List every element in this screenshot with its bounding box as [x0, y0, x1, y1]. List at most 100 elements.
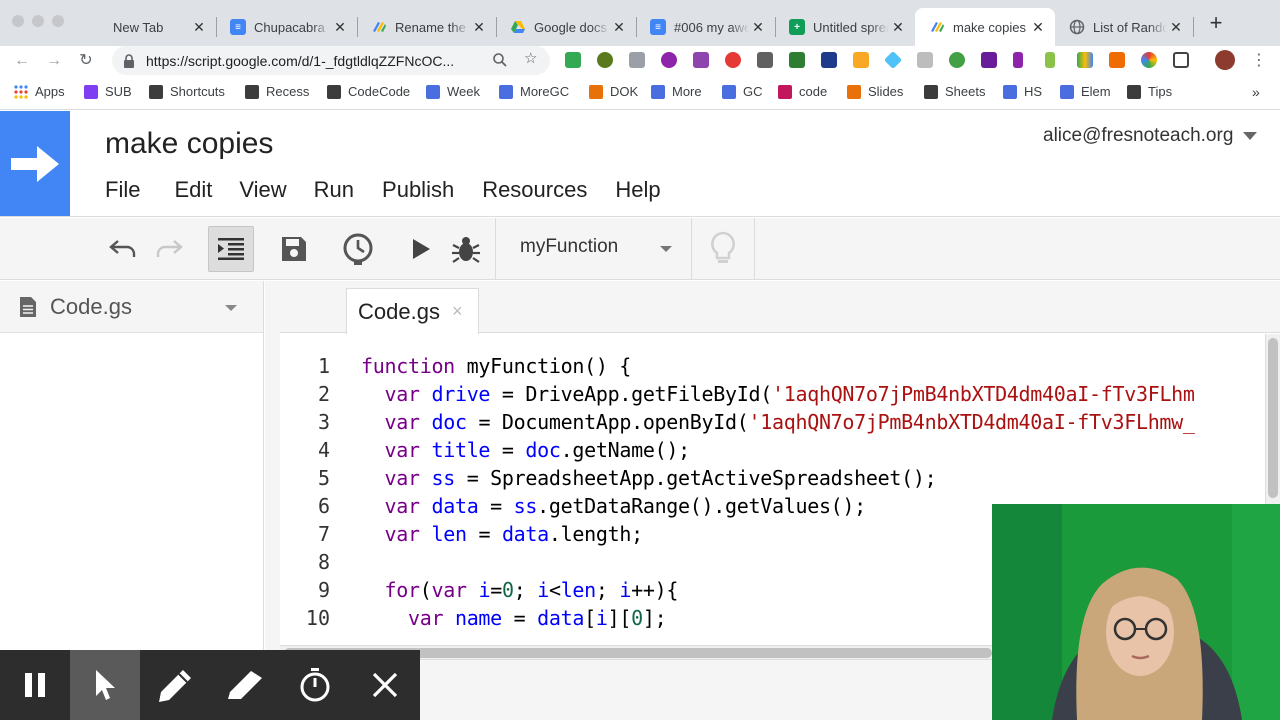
code-token: ][	[607, 606, 632, 630]
tab-close-icon[interactable]: ✕	[331, 19, 349, 36]
triggers-button[interactable]	[335, 226, 381, 272]
format-indent-button[interactable]	[208, 226, 254, 272]
save-button[interactable]	[271, 226, 317, 272]
extension-icon[interactable]	[693, 52, 709, 68]
new-tab-button[interactable]: +	[1206, 12, 1226, 34]
bookmark-more[interactable]: More	[651, 84, 702, 99]
extension-icon[interactable]	[821, 52, 837, 68]
address-bar[interactable]: https://script.google.com/d/1-_fdgtldlqZ…	[112, 46, 550, 75]
debug-button[interactable]	[443, 226, 489, 272]
bookmark-sub[interactable]: SUB	[84, 84, 132, 99]
bookmark-code[interactable]: code	[778, 84, 827, 99]
execution-hints-button[interactable]	[700, 226, 746, 272]
bookmark-shortcuts[interactable]: Shortcuts	[149, 84, 225, 99]
tab-close-icon[interactable]: ✕	[470, 19, 488, 36]
close-recording-toolbar-button[interactable]	[350, 650, 420, 720]
bookmarks-overflow-button[interactable]: »	[1252, 84, 1260, 100]
browser-tab[interactable]: + Untitled spreadsheet ✕	[775, 8, 915, 46]
scrollbar-thumb[interactable]	[1268, 338, 1278, 498]
apps-script-logo[interactable]	[0, 111, 70, 216]
browser-tab[interactable]: ≡ #006 my awesome doc ✕	[636, 8, 775, 46]
bookmark-dok[interactable]: DOK	[589, 84, 638, 99]
tab-close-icon[interactable]: ✕	[1029, 19, 1047, 36]
menu-help[interactable]: Help	[615, 177, 660, 203]
reload-icon[interactable]: ↻	[75, 50, 97, 72]
browser-tab[interactable]: Google docs ✕	[496, 8, 636, 46]
profile-avatar[interactable]	[1215, 50, 1235, 70]
bookmark-elem[interactable]: Elem	[1060, 84, 1111, 99]
extension-icon[interactable]	[1173, 52, 1189, 68]
redo-button[interactable]	[146, 226, 192, 272]
account-switcher[interactable]: alice@fresnoteach.org	[1043, 125, 1258, 147]
extension-icon[interactable]	[949, 52, 965, 68]
function-select[interactable]: myFunction	[520, 236, 680, 258]
extension-icon[interactable]	[981, 52, 997, 68]
run-button[interactable]	[398, 226, 444, 272]
bookmark-moregc[interactable]: MoreGC	[499, 84, 569, 99]
bookmark-sheets[interactable]: Sheets	[924, 84, 985, 99]
extension-icon[interactable]	[1109, 52, 1125, 68]
menu-view[interactable]: View	[239, 177, 286, 203]
bookmark-week[interactable]: Week	[426, 84, 480, 99]
menu-publish[interactable]: Publish	[382, 177, 454, 203]
extension-icon[interactable]	[661, 52, 677, 68]
timer-button[interactable]	[280, 650, 350, 720]
chevron-down-icon[interactable]	[225, 305, 237, 311]
browser-tab[interactable]: ≡ Chupacabra - Google Docs ✕	[216, 8, 357, 46]
extension-icon[interactable]	[917, 52, 933, 68]
browser-tab[interactable]: List of Random Names ✕	[1055, 8, 1193, 46]
menu-run[interactable]: Run	[314, 177, 354, 203]
extension-icon[interactable]	[853, 52, 869, 68]
pen-tool-button[interactable]	[140, 650, 210, 720]
browser-tab[interactable]: New Tab ✕	[75, 8, 216, 46]
bookmark-tips[interactable]: Tips	[1127, 84, 1172, 99]
browser-tab[interactable]: Rename the copies ✕	[357, 8, 496, 46]
extension-icon[interactable]	[725, 52, 741, 68]
tab-close-icon[interactable]: ✕	[1167, 19, 1185, 36]
zoom-magnifier-icon[interactable]	[492, 52, 508, 72]
extension-icon[interactable]	[629, 52, 645, 68]
pause-recording-button[interactable]	[0, 650, 70, 720]
highlighter-tool-button[interactable]	[210, 650, 280, 720]
extension-icon[interactable]	[789, 52, 805, 68]
bookmark-hs[interactable]: HS	[1003, 84, 1042, 99]
tab-close-icon[interactable]: ✕	[749, 19, 767, 36]
tab-close-icon[interactable]: ✕	[610, 19, 628, 36]
editor-tab-code-gs[interactable]: Code.gs ×	[346, 288, 479, 334]
tab-close-icon[interactable]: ✕	[889, 19, 907, 36]
extension-icon[interactable]	[597, 52, 613, 68]
window-minimize-dot[interactable]	[32, 15, 44, 27]
extension-icon[interactable]	[883, 50, 903, 70]
extension-icon[interactable]	[1013, 52, 1023, 68]
browser-tab-active[interactable]: make copies ✕	[915, 8, 1055, 46]
window-zoom-dot[interactable]	[52, 15, 64, 27]
google-drive-icon[interactable]	[1077, 52, 1093, 68]
code-token: 0	[631, 606, 643, 630]
extension-icon[interactable]	[1141, 52, 1157, 68]
code-token: var	[384, 382, 420, 406]
bookmark-codecode[interactable]: CodeCode	[327, 84, 410, 99]
menu-resources[interactable]: Resources	[482, 177, 587, 203]
back-arrow-icon[interactable]: ←	[11, 50, 33, 72]
pointer-tool-button[interactable]	[70, 650, 140, 720]
close-icon[interactable]: ×	[452, 301, 463, 322]
file-item-code-gs[interactable]: Code.gs	[0, 281, 263, 333]
project-title[interactable]: make copies	[105, 127, 273, 161]
bookmark-star-icon[interactable]: ☆	[524, 49, 537, 67]
forward-arrow-icon[interactable]: →	[43, 50, 65, 72]
bookmark-slides[interactable]: Slides	[847, 84, 903, 99]
menu-edit[interactable]: Edit	[174, 177, 212, 203]
bookmark-apps[interactable]: Apps	[14, 84, 65, 99]
extension-icon[interactable]	[565, 52, 581, 68]
undo-button[interactable]	[100, 226, 146, 272]
bookmark-gc[interactable]: GC	[722, 84, 763, 99]
tab-close-icon[interactable]: ✕	[190, 19, 208, 36]
extension-icon[interactable]	[1045, 52, 1055, 68]
menu-file[interactable]: File	[105, 177, 140, 203]
bookmark-recess[interactable]: Recess	[245, 84, 309, 99]
extension-icon[interactable]	[757, 52, 773, 68]
window-close-dot[interactable]	[12, 15, 24, 27]
bookmark-label: Recess	[266, 84, 310, 99]
browser-menu-icon[interactable]: ⋮	[1248, 50, 1270, 72]
